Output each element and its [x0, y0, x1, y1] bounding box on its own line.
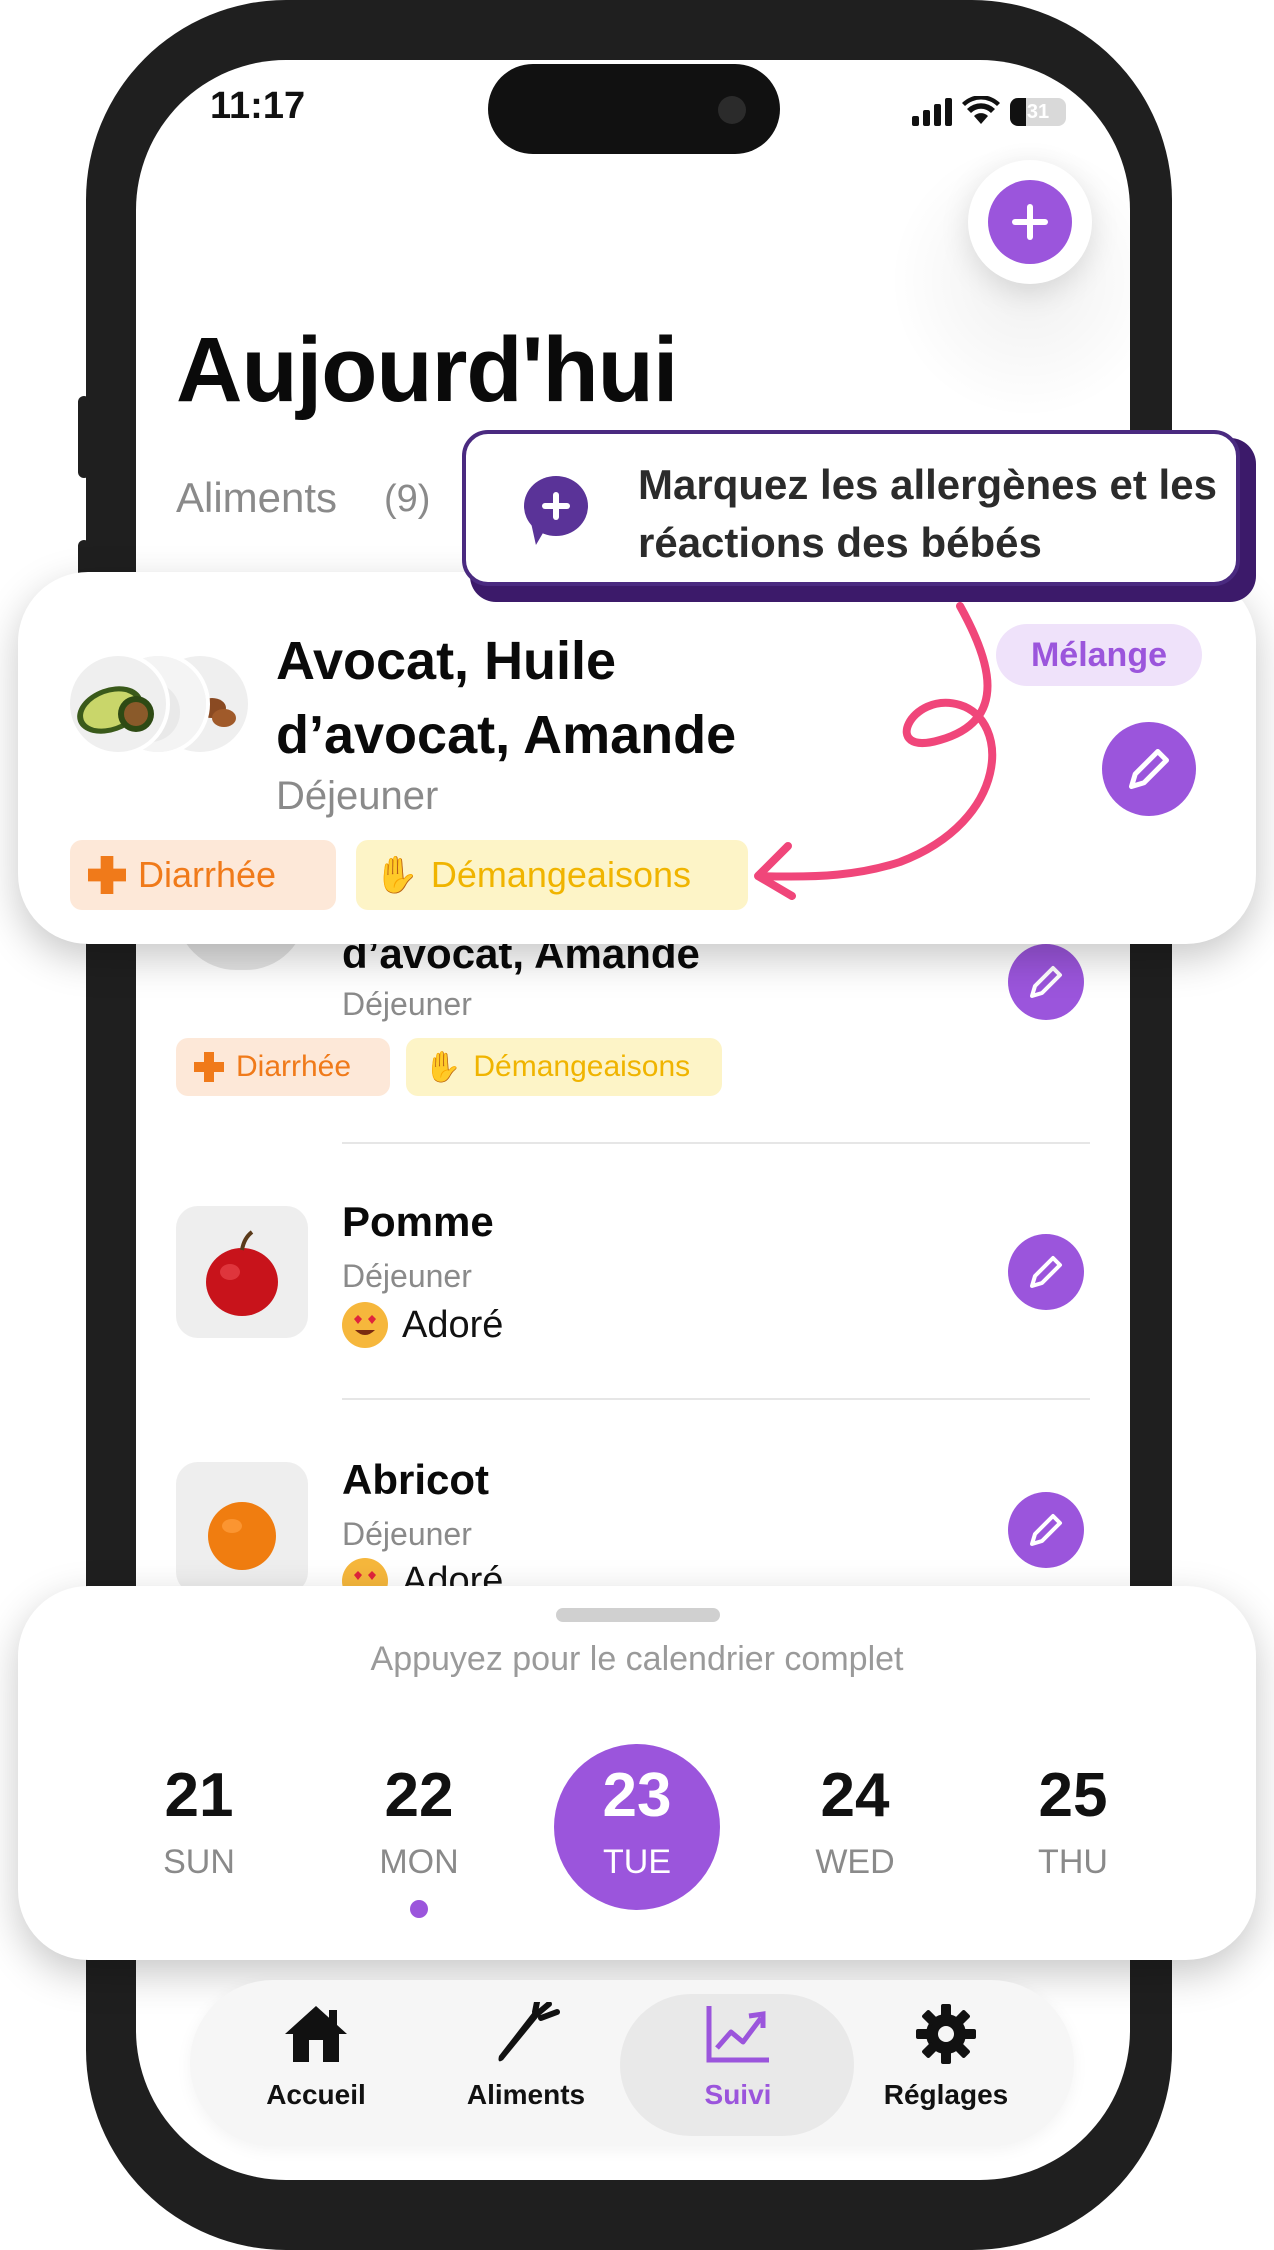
signal-icon — [912, 98, 952, 126]
list-item-title: Pomme — [342, 1198, 494, 1245]
tab-aliments[interactable]: Aliments — [426, 1999, 626, 2132]
plus-icon — [1012, 204, 1048, 240]
tab-label: Réglages — [883, 2079, 1009, 2110]
page-title: Aujourd'hui — [176, 319, 678, 421]
day-23[interactable]: 23 TUE — [562, 1760, 712, 1882]
apricot-image — [208, 1502, 276, 1570]
heart-eyes-emoji-icon — [342, 1302, 388, 1348]
day-number: 24 — [820, 1761, 890, 1830]
day-number: 21 — [164, 1761, 234, 1830]
tooltip-text: Marquez les allergènes et les réactions … — [638, 461, 1217, 566]
symptom-tag-diarrhea: Diarrhée — [176, 1038, 390, 1096]
phone-side-button — [78, 396, 90, 478]
plus-cross-icon — [194, 1052, 224, 1082]
pencil-icon — [1030, 1514, 1062, 1546]
day-24[interactable]: 24 WED — [780, 1760, 930, 1882]
day-label: WED — [815, 1843, 895, 1881]
day-label: THU — [1038, 1843, 1108, 1881]
card-meal: Déjeuner — [276, 774, 439, 818]
list-item-meal: Déjeuner — [342, 1258, 472, 1294]
status-time: 11:17 — [210, 85, 306, 127]
entries-dot — [410, 1900, 428, 1918]
reaction-label: Adoré — [402, 1303, 504, 1346]
tag-label: Diarrhée — [236, 1050, 352, 1083]
card-edit-button[interactable] — [1102, 722, 1196, 816]
list-divider — [342, 1142, 1090, 1144]
foods-section-count: (9) — [384, 478, 431, 520]
plus-cross-icon — [88, 856, 126, 894]
apple-image — [206, 1230, 278, 1316]
food-thumbnail-apricot — [176, 1462, 308, 1594]
reaction: Adoré — [342, 1302, 503, 1348]
home-icon — [285, 2006, 347, 2062]
hand-icon: ✋ — [424, 1050, 462, 1084]
tag-label: Diarrhée — [138, 854, 277, 895]
symptom-tag-itching: ✋ Démangeaisons — [406, 1038, 722, 1096]
camera-dot — [718, 96, 746, 124]
battery-icon: 31 — [1010, 98, 1066, 126]
day-21[interactable]: 21 SUN — [124, 1760, 274, 1882]
day-label: MON — [379, 1843, 459, 1881]
tab-accueil[interactable]: Accueil — [216, 2002, 416, 2132]
tab-label: Aliments — [466, 2079, 586, 2110]
list-divider — [342, 1398, 1090, 1400]
wifi-icon — [962, 96, 1000, 124]
tab-label: Suivi — [704, 2079, 772, 2110]
pencil-icon — [1030, 1256, 1062, 1288]
list-item-title: Abricot — [342, 1456, 489, 1503]
arrow-annotation — [754, 602, 997, 900]
add-chat-bubble-icon — [524, 476, 588, 536]
tag-label: Démangeaisons — [430, 854, 691, 895]
avocado-avatar — [66, 652, 170, 756]
add-entry-button[interactable] — [988, 180, 1072, 264]
day-number: 22 — [384, 1761, 454, 1830]
gear-icon — [916, 2004, 976, 2064]
foods-section-label: Aliments — [176, 474, 338, 521]
tab-label: Accueil — [266, 2079, 366, 2110]
edit-button[interactable] — [1008, 1492, 1084, 1568]
day-number: 25 — [1038, 1761, 1108, 1830]
symptom-tag-itching: ✋ Démangeaisons — [356, 840, 748, 910]
tab-reglages[interactable]: Réglages — [846, 2002, 1046, 2132]
symptom-tag-diarrhea: Diarrhée — [70, 840, 336, 910]
day-25[interactable]: 25 THU — [998, 1760, 1148, 1882]
list-item-meal: Déjeuner — [342, 1516, 472, 1552]
carrot-icon — [498, 1999, 560, 2062]
sheet-grabber[interactable] — [556, 1608, 720, 1622]
chart-trend-icon — [706, 2006, 769, 2063]
edit-button[interactable] — [1008, 944, 1084, 1020]
list-item-meal: Déjeuner — [342, 986, 472, 1022]
battery-level: 31 — [1026, 101, 1050, 123]
tag-label: Démangeaisons — [473, 1050, 691, 1083]
day-label: SUN — [163, 1843, 235, 1881]
pencil-icon — [1030, 966, 1062, 998]
hand-icon: ✋ — [374, 854, 419, 895]
status-icons: 31 — [912, 92, 1066, 126]
day-22[interactable]: 22 MON — [344, 1760, 494, 1882]
tab-suivi[interactable]: Suivi — [638, 2002, 838, 2132]
day-number: 23 — [602, 1761, 672, 1830]
food-avatar-stack — [66, 652, 252, 756]
calendar-hint: Appuyez pour le calendrier complet — [370, 1640, 904, 1678]
day-label: TUE — [603, 1843, 671, 1881]
edit-button[interactable] — [1008, 1234, 1084, 1310]
food-thumbnail-apple — [176, 1206, 308, 1338]
pencil-icon — [1129, 749, 1169, 789]
